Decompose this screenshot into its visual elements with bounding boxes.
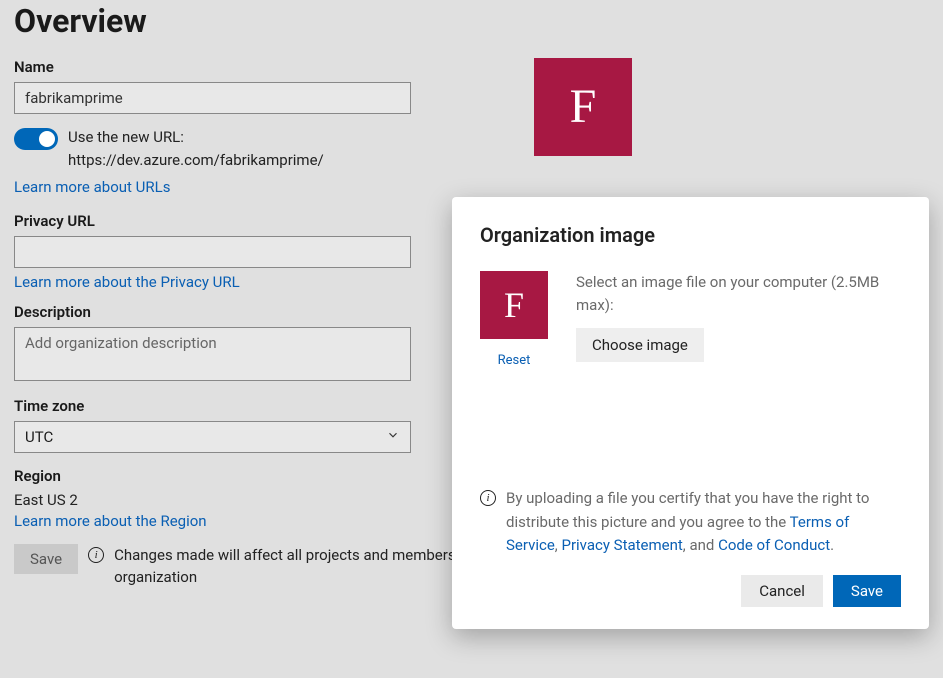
region-learn-more-link[interactable]: Learn more about the Region bbox=[14, 512, 207, 530]
privacy-statement-link[interactable]: Privacy Statement bbox=[561, 536, 682, 554]
select-image-hint: Select an image file on your computer (2… bbox=[576, 271, 901, 316]
timezone-select[interactable]: UTC bbox=[14, 421, 411, 453]
code-of-conduct-link[interactable]: Code of Conduct bbox=[718, 536, 830, 554]
url-toggle[interactable] bbox=[14, 128, 58, 150]
dialog-save-button[interactable]: Save bbox=[833, 575, 901, 607]
description-textarea[interactable] bbox=[14, 327, 411, 381]
dialog-avatar: F bbox=[480, 271, 548, 339]
save-button[interactable]: Save bbox=[14, 544, 78, 574]
privacy-input[interactable] bbox=[14, 236, 411, 268]
privacy-learn-more-link[interactable]: Learn more about the Privacy URL bbox=[14, 273, 240, 291]
cancel-button[interactable]: Cancel bbox=[741, 575, 823, 607]
organization-image-dialog: Organization image F Reset Select an ima… bbox=[452, 197, 929, 629]
url-toggle-text: Use the new URL: https://dev.azure.com/f… bbox=[68, 126, 434, 173]
dialog-avatar-letter: F bbox=[504, 287, 524, 323]
info-icon: i bbox=[480, 490, 496, 506]
page-title: Overview bbox=[14, 0, 929, 40]
reset-link[interactable]: Reset bbox=[498, 353, 531, 368]
info-icon: i bbox=[88, 547, 104, 563]
org-avatar-letter: F bbox=[570, 83, 597, 131]
url-learn-more-link[interactable]: Learn more about URLs bbox=[14, 178, 170, 196]
name-label: Name bbox=[14, 58, 929, 76]
name-input[interactable] bbox=[14, 82, 411, 114]
timezone-value: UTC bbox=[25, 428, 53, 446]
chevron-down-icon bbox=[386, 428, 400, 446]
org-avatar[interactable]: F bbox=[534, 58, 632, 156]
choose-image-button[interactable]: Choose image bbox=[576, 328, 704, 362]
dialog-title: Organization image bbox=[480, 223, 901, 247]
legal-text: By uploading a file you certify that you… bbox=[506, 487, 901, 557]
